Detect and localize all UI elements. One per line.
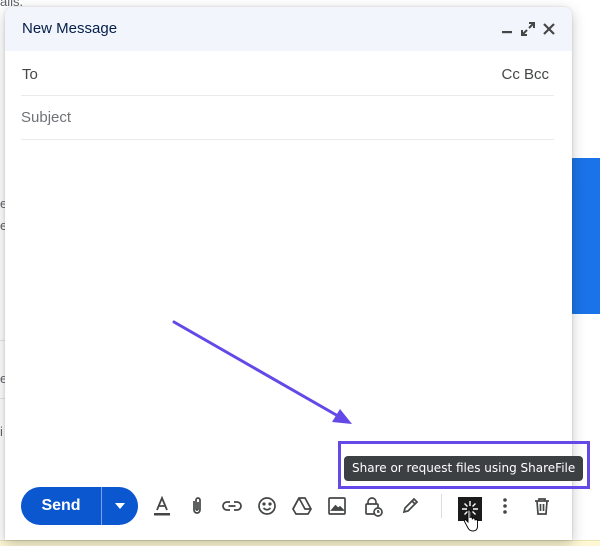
signature-icon[interactable] <box>399 495 421 517</box>
compose-title: New Message <box>22 20 118 37</box>
minimize-icon[interactable] <box>498 20 516 38</box>
sharefile-icon[interactable] <box>458 497 482 521</box>
link-icon[interactable] <box>221 495 243 517</box>
side-panel-pointer <box>573 180 583 198</box>
to-label: To <box>22 66 38 83</box>
schedule-send-button[interactable] <box>102 487 138 525</box>
confidential-mode-icon[interactable] <box>362 495 384 517</box>
toolbar-separator <box>441 494 442 518</box>
subject-field[interactable] <box>21 95 554 140</box>
drive-icon[interactable] <box>291 495 313 517</box>
cc-bcc-button[interactable]: Cc Bcc <box>501 66 549 83</box>
bottom-strip <box>0 540 600 546</box>
sharefile-tooltip: Share or request files using ShareFile <box>344 456 584 481</box>
subject-input[interactable] <box>21 105 541 129</box>
message-body[interactable] <box>21 147 554 467</box>
more-options-icon[interactable] <box>494 495 516 517</box>
chevron-down-icon <box>115 503 125 509</box>
background-text-fragment: i <box>0 424 3 439</box>
text-format-icon[interactable] <box>151 495 173 517</box>
emoji-icon[interactable] <box>256 495 278 517</box>
expand-icon[interactable] <box>519 20 537 38</box>
compose-header[interactable]: New Message <box>5 7 572 51</box>
send-button-group: Send <box>21 487 138 525</box>
close-icon[interactable] <box>540 20 558 38</box>
send-button[interactable]: Send <box>21 487 101 525</box>
photo-icon[interactable] <box>326 495 348 517</box>
to-field[interactable]: To Cc Bcc <box>21 51 554 96</box>
attach-icon[interactable] <box>186 495 208 517</box>
discard-icon[interactable] <box>531 495 553 517</box>
